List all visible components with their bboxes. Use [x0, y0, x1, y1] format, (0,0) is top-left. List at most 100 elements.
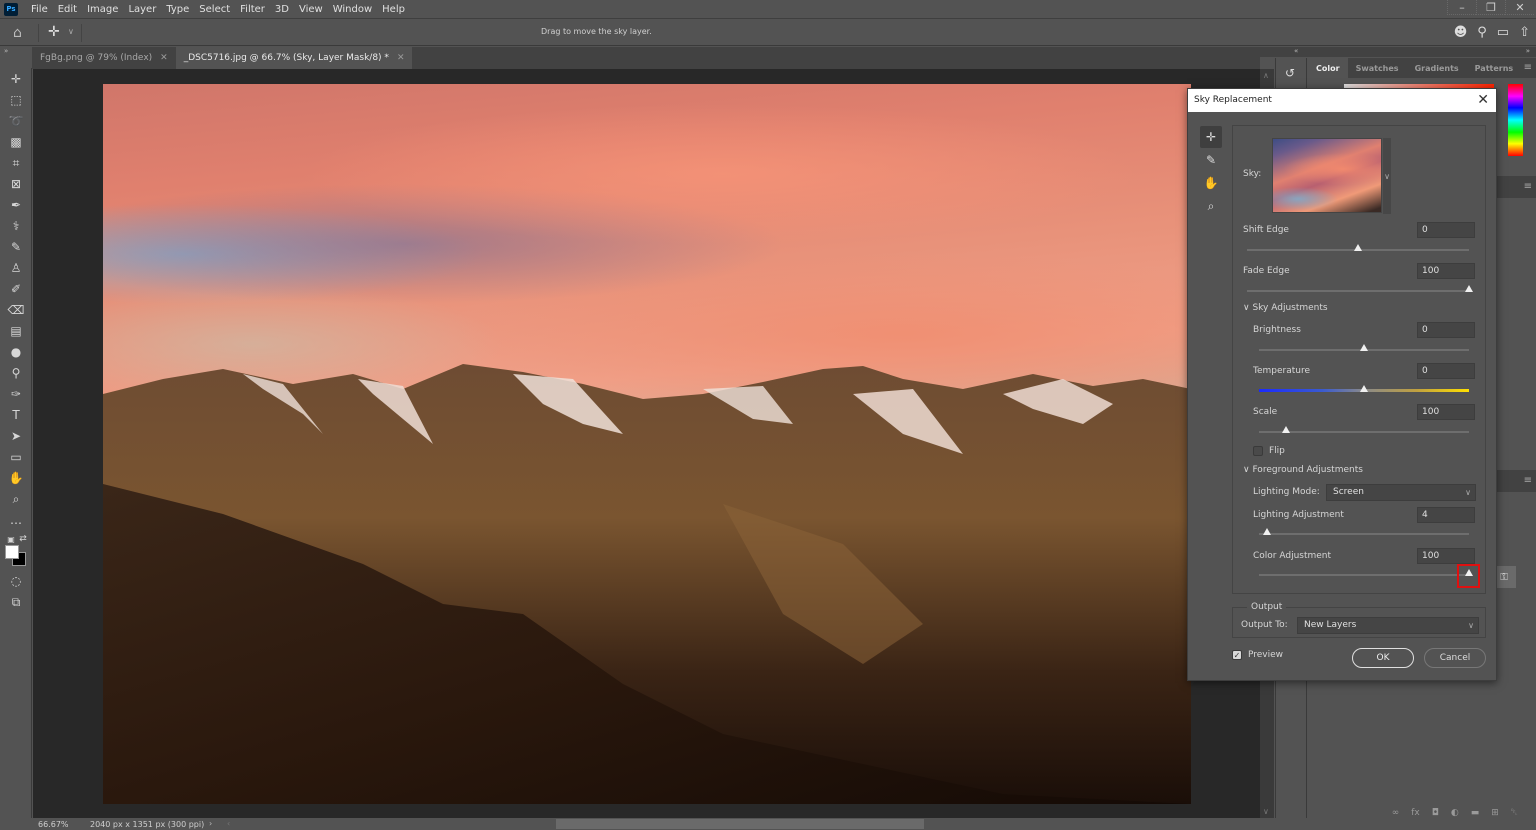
- scroll-down-icon[interactable]: ∨: [1263, 807, 1269, 816]
- temperature-slider-thumb[interactable]: [1360, 385, 1368, 392]
- menu-layer[interactable]: Layer: [123, 4, 161, 15]
- fade-edge-slider-thumb[interactable]: [1465, 285, 1473, 292]
- toolbar-collapse-icon[interactable]: »: [0, 47, 32, 55]
- tab-gradients[interactable]: Gradients: [1407, 58, 1467, 78]
- zoom-tool-icon[interactable]: ⌕: [7, 490, 25, 508]
- sky-preset-thumbnail[interactable]: [1272, 138, 1382, 213]
- menu-help[interactable]: Help: [377, 4, 410, 15]
- sky-brush-tool-icon[interactable]: ✎: [1200, 149, 1222, 171]
- document-image[interactable]: [103, 84, 1191, 804]
- lasso-tool-icon[interactable]: ➰: [7, 112, 25, 130]
- hue-slider[interactable]: [1508, 84, 1523, 156]
- brightness-slider-thumb[interactable]: [1360, 344, 1368, 351]
- color-adjustment-slider[interactable]: [1259, 574, 1469, 576]
- fade-edge-input[interactable]: 100: [1417, 263, 1475, 279]
- lighting-adjustment-slider[interactable]: [1259, 533, 1469, 535]
- fx-icon[interactable]: fx: [1411, 808, 1420, 820]
- chevron-down-icon[interactable]: ∨: [68, 27, 74, 36]
- ok-button[interactable]: OK: [1352, 648, 1414, 668]
- dodge-tool-icon[interactable]: ⚲: [7, 364, 25, 382]
- more-tools-icon[interactable]: …: [7, 511, 25, 529]
- scale-slider-thumb[interactable]: [1282, 426, 1291, 433]
- brightness-input[interactable]: 0: [1417, 322, 1475, 338]
- sky-dropdown-icon[interactable]: ∨: [1383, 138, 1391, 214]
- close-icon[interactable]: ✕: [160, 53, 168, 63]
- eraser-tool-icon[interactable]: ⌫: [7, 301, 25, 319]
- collapse-right-icon[interactable]: »: [1526, 47, 1530, 55]
- menu-filter[interactable]: Filter: [235, 4, 270, 15]
- foreground-adjustments-header[interactable]: ∨ Foreground Adjustments: [1243, 465, 1363, 475]
- move-icon[interactable]: ✛: [48, 24, 60, 40]
- menu-file[interactable]: File: [26, 4, 53, 15]
- new-layer-icon[interactable]: ⊞: [1491, 808, 1499, 820]
- shift-edge-slider-thumb[interactable]: [1354, 244, 1362, 251]
- shift-edge-input[interactable]: 0: [1417, 222, 1475, 238]
- menu-select[interactable]: Select: [194, 4, 235, 15]
- hand-tool-icon[interactable]: ✋: [1200, 172, 1222, 194]
- scroll-left-icon[interactable]: ‹: [227, 819, 230, 828]
- path-selection-tool-icon[interactable]: ➤: [7, 427, 25, 445]
- history-icon[interactable]: ↺: [1285, 66, 1295, 80]
- menu-window[interactable]: Window: [328, 4, 377, 15]
- hand-tool-icon[interactable]: ✋: [7, 469, 25, 487]
- panel-menu-icon[interactable]: ≡: [1524, 475, 1532, 486]
- close-icon[interactable]: ✕: [397, 53, 405, 63]
- tab-swatches[interactable]: Swatches: [1348, 58, 1407, 78]
- menu-view[interactable]: View: [294, 4, 328, 15]
- delete-layer-icon[interactable]: ␡: [1511, 808, 1518, 820]
- menu-type[interactable]: Type: [161, 4, 194, 15]
- screen-mode-icon[interactable]: ⧉: [7, 593, 25, 611]
- move-tool-icon[interactable]: ✛: [7, 70, 25, 88]
- brush-tool-icon[interactable]: ✎: [7, 238, 25, 256]
- home-icon[interactable]: ⌂: [13, 25, 22, 41]
- fade-edge-slider[interactable]: [1247, 290, 1469, 292]
- tab-fgbg[interactable]: FgBg.png @ 79% (Index) ✕: [32, 47, 176, 69]
- healing-brush-tool-icon[interactable]: ⚕: [7, 217, 25, 235]
- output-to-select[interactable]: New Layers ∨: [1297, 617, 1479, 634]
- temperature-input[interactable]: 0: [1417, 363, 1475, 379]
- workspace-icon[interactable]: ▭: [1497, 25, 1509, 40]
- scale-input[interactable]: 100: [1417, 404, 1475, 420]
- search-icon[interactable]: ⚲: [1477, 25, 1487, 40]
- history-brush-tool-icon[interactable]: ✐: [7, 280, 25, 298]
- scale-slider[interactable]: [1259, 431, 1469, 433]
- lighting-mode-select[interactable]: Screen ∨: [1326, 484, 1476, 501]
- status-menu-arrow-icon[interactable]: ›: [209, 819, 212, 828]
- sky-adjustments-header[interactable]: ∨ Sky Adjustments: [1243, 303, 1328, 313]
- tab-dsc5716[interactable]: _DSC5716.jpg @ 66.7% (Sky, Layer Mask/8)…: [175, 47, 413, 69]
- crop-tool-icon[interactable]: ⌗: [7, 154, 25, 172]
- clone-stamp-tool-icon[interactable]: ♙: [7, 259, 25, 277]
- close-window-button[interactable]: ✕: [1505, 0, 1534, 15]
- scroll-up-icon[interactable]: ∧: [1263, 71, 1269, 80]
- rectangle-tool-icon[interactable]: ▭: [7, 448, 25, 466]
- minimize-button[interactable]: –: [1447, 0, 1476, 15]
- type-tool-icon[interactable]: T: [7, 406, 25, 424]
- group-icon[interactable]: ▬: [1471, 808, 1480, 820]
- object-selection-tool-icon[interactable]: ▩: [7, 133, 25, 151]
- foreground-color-swatch[interactable]: [5, 545, 19, 559]
- lighting-adjustment-slider-thumb[interactable]: [1263, 528, 1272, 535]
- add-mask-icon[interactable]: ◘: [1432, 808, 1439, 820]
- collapse-left-icon[interactable]: «: [1294, 47, 1298, 55]
- horizontal-scrollbar-thumb[interactable]: [556, 819, 924, 829]
- menu-image[interactable]: Image: [82, 4, 123, 15]
- panel-menu-icon[interactable]: ≡: [1524, 62, 1532, 73]
- zoom-level[interactable]: 66.67%: [38, 820, 69, 829]
- quick-mask-icon[interactable]: ◌: [7, 572, 25, 590]
- flip-checkbox[interactable]: [1253, 446, 1263, 456]
- menu-3d[interactable]: 3D: [270, 4, 294, 15]
- restore-button[interactable]: ❐: [1476, 0, 1505, 15]
- lighting-adjustment-input[interactable]: 4: [1417, 507, 1475, 523]
- color-adjustment-input[interactable]: 100: [1417, 548, 1475, 564]
- cancel-button[interactable]: Cancel: [1424, 648, 1486, 668]
- gradient-tool-icon[interactable]: ▤: [7, 322, 25, 340]
- frame-tool-icon[interactable]: ⊠: [7, 175, 25, 193]
- tab-patterns[interactable]: Patterns: [1467, 58, 1522, 78]
- pen-tool-icon[interactable]: ✑: [7, 385, 25, 403]
- tab-color[interactable]: Color: [1308, 58, 1348, 78]
- adjustment-layer-icon[interactable]: ◐: [1451, 808, 1459, 820]
- link-layers-icon[interactable]: ∞: [1392, 808, 1400, 820]
- dialog-titlebar[interactable]: Sky Replacement ✕: [1188, 89, 1496, 112]
- close-icon[interactable]: ✕: [1477, 92, 1489, 108]
- user-share-icon[interactable]: ☻: [1454, 25, 1468, 40]
